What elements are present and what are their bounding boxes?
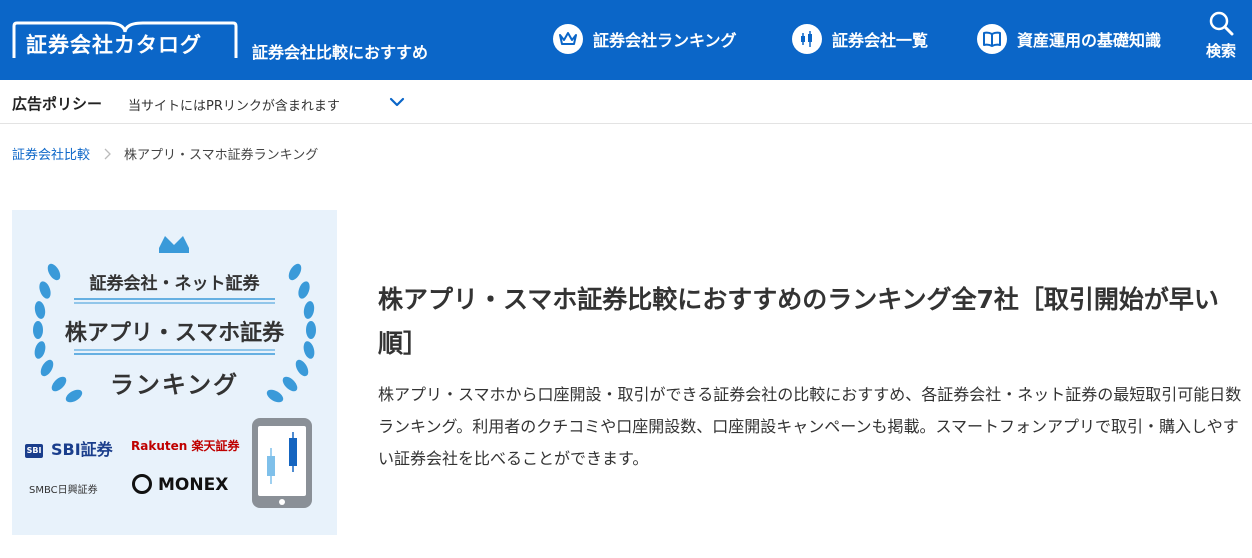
nav-item-ranking[interactable]: 証券会社ランキング bbox=[553, 23, 737, 55]
sbi-mark-icon: SBI bbox=[25, 443, 43, 458]
site-tagline: 証券会社比較におすすめ bbox=[252, 43, 429, 62]
search-button[interactable]: 検索 bbox=[1200, 10, 1242, 66]
page-title: 株アプリ・スマホ証券比較におすすめのランキング全7社［取引開始が早い順］ bbox=[378, 285, 1219, 358]
breadcrumb-link[interactable]: 証券会社比較 bbox=[12, 144, 90, 163]
breadcrumb-current: 株アプリ・スマホ証券ランキング bbox=[124, 148, 319, 163]
rakuten-logo: Rakuten 楽天証券 bbox=[131, 439, 240, 453]
search-label: 検索 bbox=[1205, 42, 1236, 60]
monex-logo-text: MONEX bbox=[158, 475, 229, 495]
sbi-logo: SBI SBI証券 bbox=[25, 436, 113, 460]
nav-item-label: 資産運用の基礎知識 bbox=[1017, 31, 1162, 50]
candlestick-icon bbox=[792, 24, 822, 54]
site-header: 証券会社カタログ 証券会社比較におすすめ 証券会社ランキング 証券会社一覧 資産… bbox=[0, 0, 1252, 80]
monex-logo: MONEX bbox=[132, 474, 228, 495]
nav-item-label: 証券会社一覧 bbox=[832, 31, 929, 50]
ad-policy-bar: 広告ポリシー 当サイトにはPRリンクが含まれます bbox=[0, 80, 1252, 124]
site-logo[interactable]: 証券会社カタログ bbox=[12, 20, 238, 60]
hero-line3: ランキング bbox=[109, 371, 240, 399]
monex-mark-icon bbox=[132, 474, 152, 494]
nav-item-label: 証券会社ランキング bbox=[593, 31, 737, 50]
ad-policy-note: 当サイトにはPRリンクが含まれます bbox=[128, 99, 340, 114]
nav-item-basics[interactable]: 資産運用の基礎知識 bbox=[977, 23, 1161, 55]
crown-icon bbox=[553, 24, 583, 54]
ad-policy-title: 広告ポリシー bbox=[12, 95, 103, 113]
chevron-down-icon[interactable] bbox=[389, 94, 405, 114]
book-icon bbox=[977, 24, 1007, 54]
breadcrumb: 証券会社比較 株アプリ・スマホ証券ランキング bbox=[12, 144, 318, 163]
hero-line2: 株アプリ・スマホ証券 bbox=[64, 321, 285, 346]
smbc-logo: SMBC日興証券 bbox=[29, 485, 98, 496]
logo-text: 証券会社カタログ bbox=[26, 33, 202, 57]
search-icon bbox=[1209, 11, 1234, 36]
chevron-right-icon bbox=[104, 148, 112, 160]
hero-line1: 証券会社・ネット証券 bbox=[89, 274, 260, 294]
nav-item-company-list[interactable]: 証券会社一覧 bbox=[792, 23, 928, 55]
hero-image: 証券会社・ネット証券 株アプリ・スマホ証券 ランキング SBI SBI証券 Rak… bbox=[12, 210, 337, 535]
page-description: 株アプリ・スマホから口座開設・取引ができる証券会社の比較におすすめ、各証券会社・… bbox=[378, 385, 1242, 468]
sbi-logo-text: SBI証券 bbox=[51, 440, 113, 459]
